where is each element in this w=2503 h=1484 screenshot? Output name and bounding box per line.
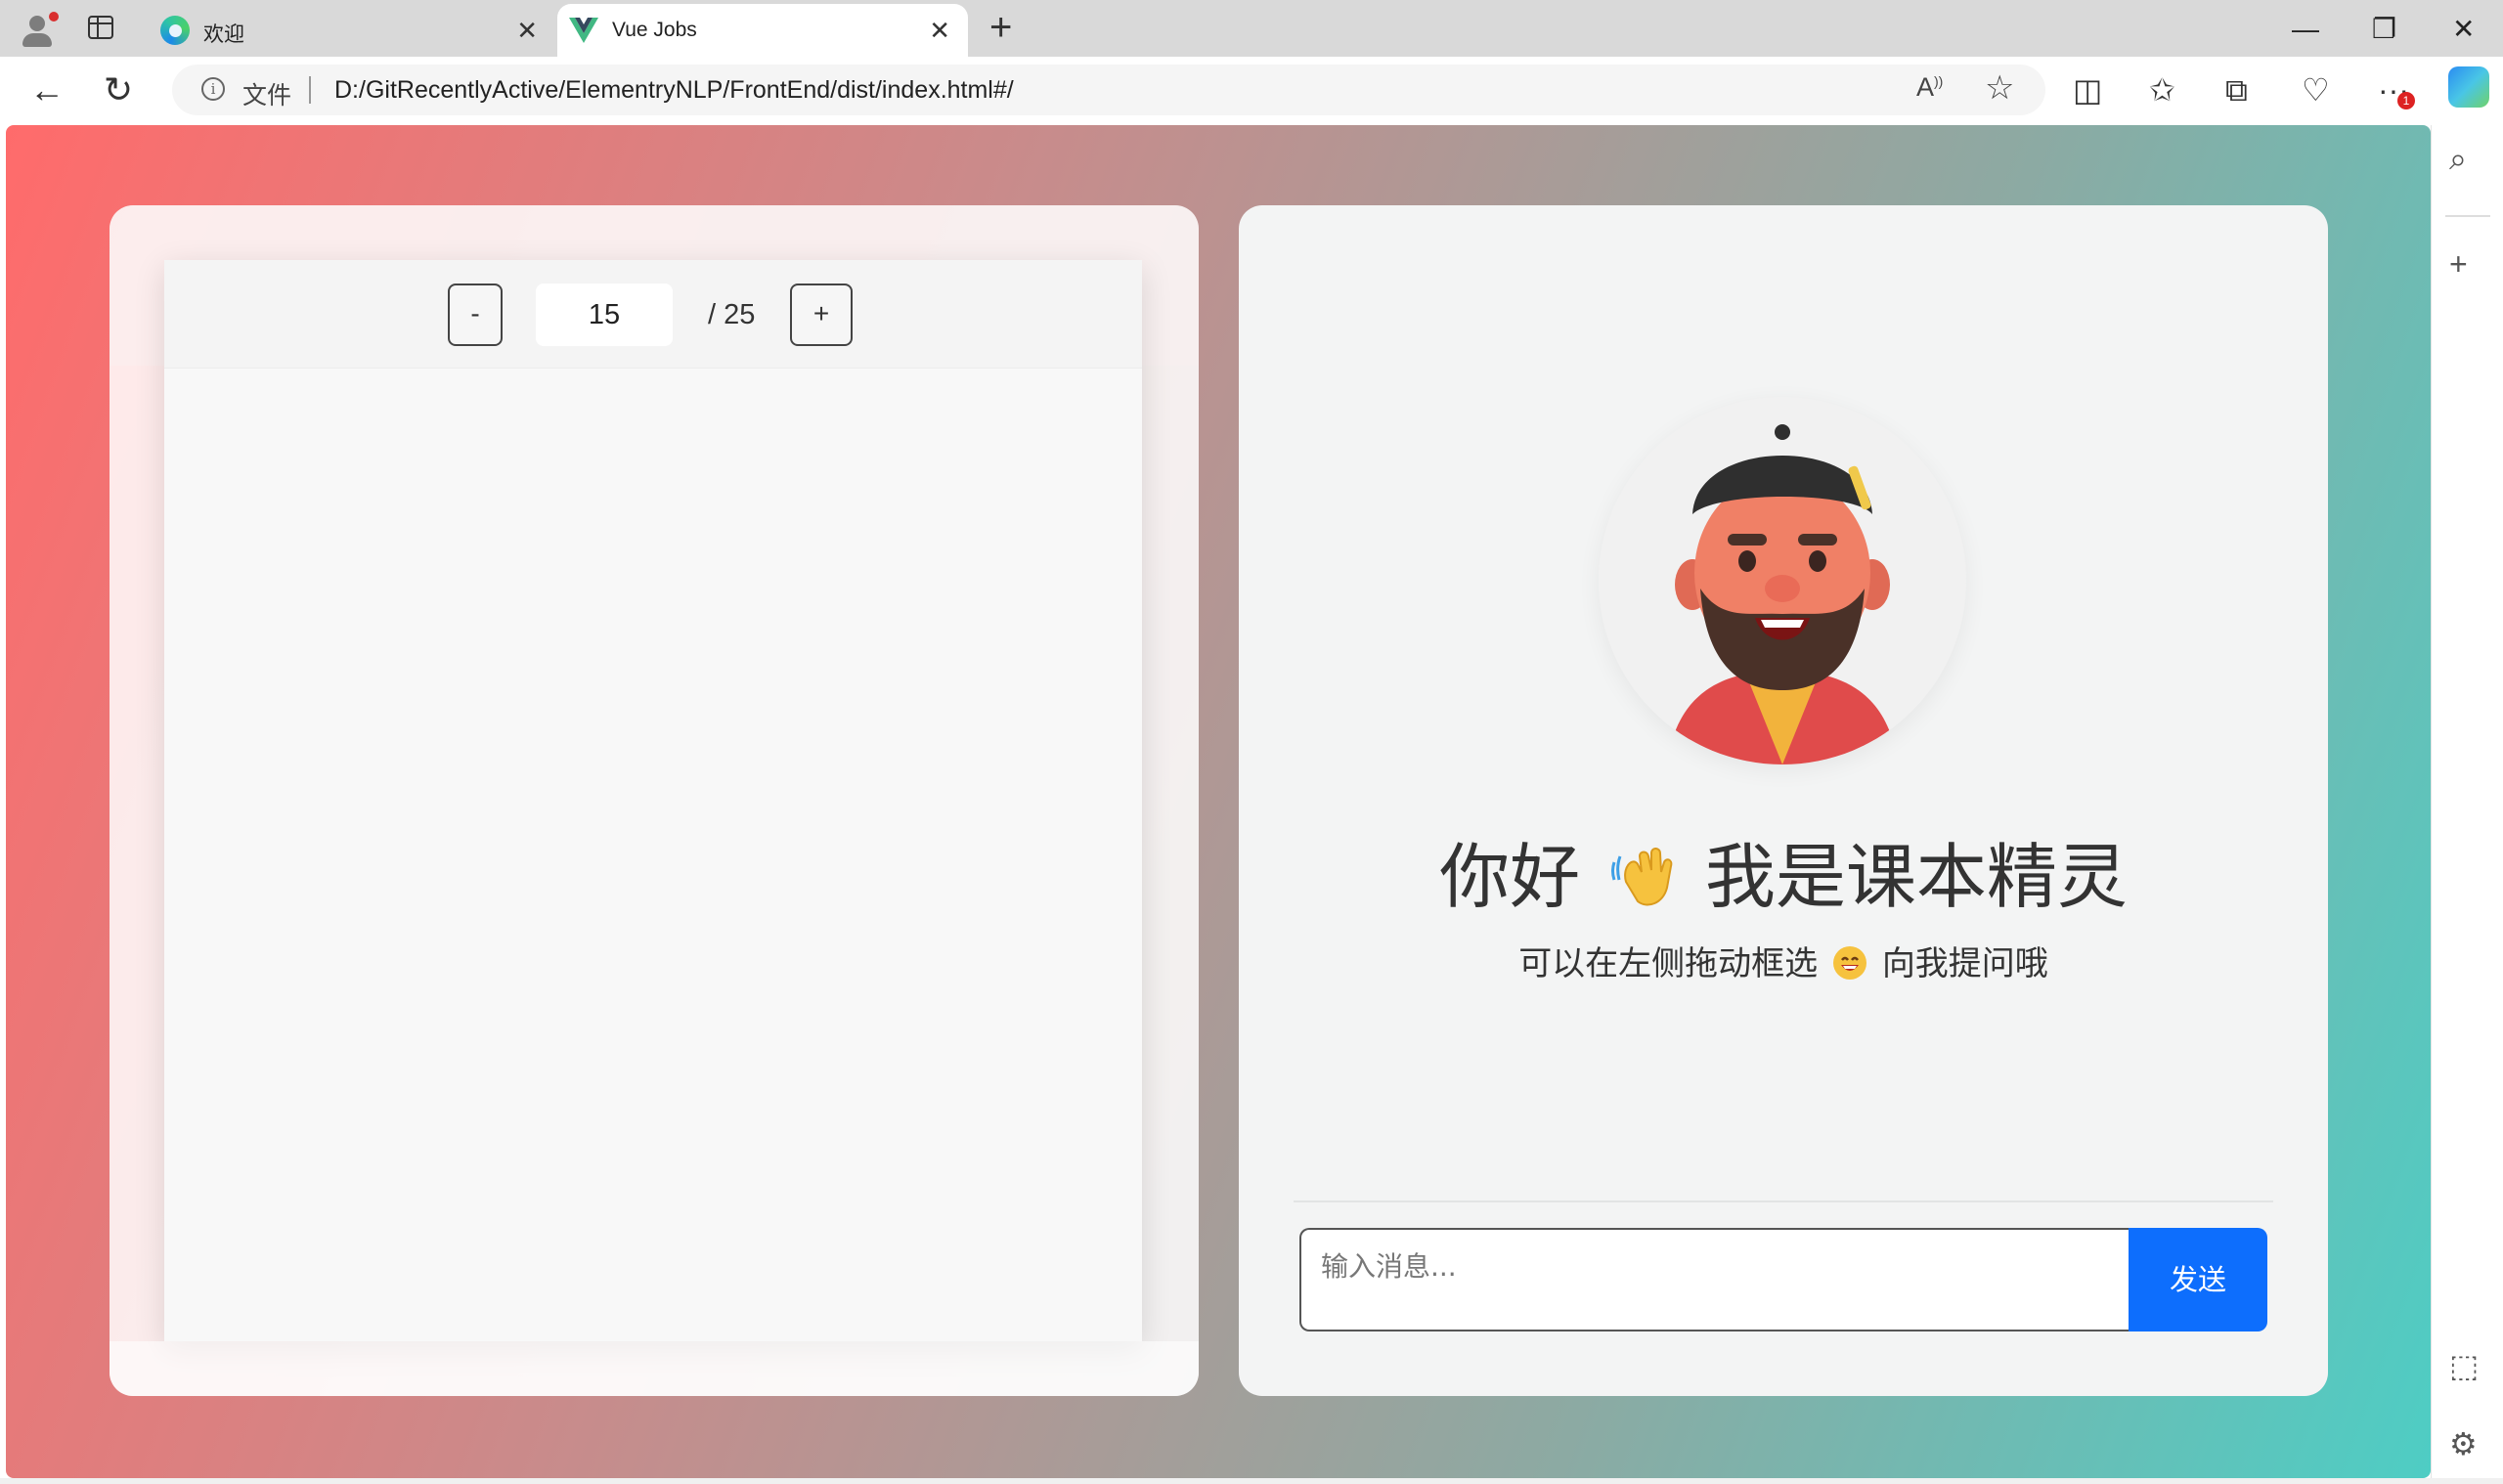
greeting-text-start: 你好 [1439,836,1581,918]
close-tab-icon[interactable]: ✕ [929,16,950,45]
window-bottom-edge [0,1478,2503,1484]
send-button[interactable]: 发送 [2129,1228,2267,1331]
profile-avatar-icon[interactable] [18,10,61,49]
collections-icon[interactable]: ⧉ [2225,70,2248,109]
subtitle-text-end: 向我提问哦 [1881,944,2048,983]
info-icon[interactable]: i [201,77,225,101]
search-icon[interactable]: ⌕ [2449,141,2467,178]
read-aloud-icon[interactable]: A)) [1916,72,1943,103]
viewer-footer [110,1341,1199,1396]
document-page[interactable]: - / 25 + [164,260,1142,1341]
browser-sidebar: ⌕ + ⬚ ⚙ [2431,125,2503,1484]
notification-badge: 1 [2397,92,2415,109]
message-input[interactable]: 输入消息... [1299,1228,2129,1331]
split-screen-icon[interactable]: ◫ [2073,70,2102,109]
favorite-star-icon[interactable]: ☆ [1985,68,2014,108]
favorites-icon[interactable]: ✩ [2149,70,2175,109]
back-arrow-icon[interactable]: ← [29,68,65,111]
reload-icon[interactable]: ↻ [104,68,133,111]
page-viewport: - / 25 + [6,125,2431,1478]
previous-page-button[interactable]: - [448,284,503,346]
chat-panel: 你好 我是课本精灵 可以在左侧拖动框选 向我提问哦 输入消息... 发送 [1239,205,2328,1396]
url-field[interactable]: i 文件 D:/GitRecentlyActive/ElementryNLP/F… [172,65,2045,115]
chat-divider [1294,1200,2273,1202]
tab-welcome[interactable]: 欢迎 ✕ [149,4,555,57]
performance-icon[interactable]: ♡ [2302,70,2330,109]
minimize-icon[interactable]: — [2292,10,2319,49]
address-bar: ← ↻ i 文件 D:/GitRecentlyActive/ElementryN… [0,57,2503,125]
file-label: 文件 [242,82,292,109]
subtitle-text-start: 可以在左侧拖动框选 [1518,944,1819,983]
tab-title: Vue Jobs [612,19,697,41]
waving-hand-icon [1611,848,1673,906]
smiling-face-icon [1833,946,1866,980]
new-tab-icon[interactable]: + [989,8,1012,47]
total-pages-label: / 25 [708,299,756,330]
greeting-heading: 你好 我是课本精灵 [1239,819,2328,922]
close-tab-icon[interactable]: ✕ [516,16,538,45]
vue-logo-icon [569,16,598,45]
tab-actions-icon[interactable] [88,16,113,39]
url-text[interactable]: D:/GitRecentlyActive/ElementryNLP/FrontE… [334,76,1014,105]
add-icon[interactable]: + [2449,246,2468,283]
greeting-text-end: 我是课本精灵 [1704,836,2128,918]
edge-logo-icon [160,16,190,45]
url-separator [309,76,311,104]
page-number-input[interactable] [536,284,673,346]
bearded-man-avatar-icon [1599,397,1966,764]
browser-tab-bar: 欢迎 ✕ Vue Jobs ✕ + — ❐ ✕ [0,0,2503,57]
close-window-icon[interactable]: ✕ [2452,10,2475,49]
next-page-button[interactable]: + [790,284,853,346]
screenshot-icon[interactable]: ⬚ [2449,1347,2479,1384]
assistant-avatar [1599,397,1966,764]
copilot-icon[interactable] [2448,66,2489,108]
settings-gear-icon[interactable]: ⚙ [2449,1425,2478,1462]
sidebar-divider [2445,215,2490,217]
tab-vue-jobs[interactable]: Vue Jobs ✕ [557,4,968,57]
subtitle: 可以在左侧拖动框选 向我提问哦 [1239,937,2328,984]
document-viewer-card: - / 25 + [110,205,1199,1396]
tab-title: 欢迎 [203,23,244,46]
page-controls: - / 25 + [164,260,1142,369]
restore-icon[interactable]: ❐ [2372,10,2396,49]
